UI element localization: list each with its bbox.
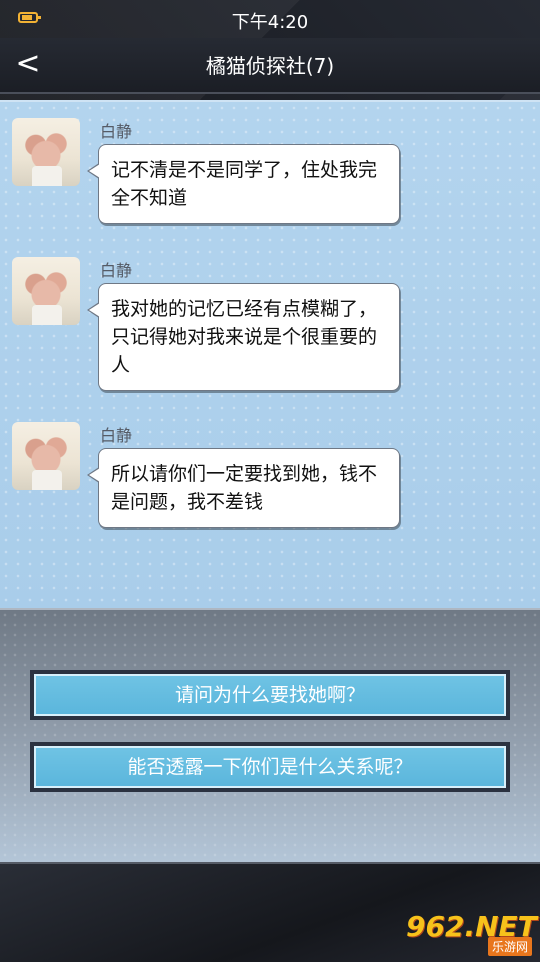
avatar[interactable] bbox=[12, 118, 80, 186]
bottom-bar: 962.NET 乐游网 bbox=[0, 862, 540, 962]
sender-name: 白静 bbox=[100, 261, 133, 280]
reply-option-label: 请问为什么要找她啊？ bbox=[34, 674, 506, 716]
sender-name: 白静 bbox=[100, 122, 133, 141]
reply-option-button[interactable]: 请问为什么要找她啊？ bbox=[30, 670, 510, 720]
watermark-logo: 962.NET 乐游网 bbox=[406, 908, 537, 956]
reply-option-label: 能否透露一下你们是什么关系呢？ bbox=[34, 746, 506, 788]
chat-area[interactable]: 白静 记不清是不是同学了，住处我完全不知道 白静 我对她的记忆已经有点模糊了，只… bbox=[0, 100, 540, 608]
chat-header: < 橘猫侦探社(7) bbox=[0, 38, 540, 94]
message-bubble: 所以请你们一定要找到她，钱不是问题，我不差钱 bbox=[87, 448, 400, 528]
message-bubble: 记不清是不是同学了，住处我完全不知道 bbox=[87, 144, 400, 224]
avatar[interactable] bbox=[12, 257, 80, 325]
chat-title: 橘猫侦探社(7) bbox=[205, 54, 335, 78]
status-time: 下午4:20 bbox=[231, 12, 309, 33]
reply-option-button[interactable]: 能否透露一下你们是什么关系呢？ bbox=[30, 742, 510, 792]
watermark-subtext: 乐游网 bbox=[487, 937, 532, 956]
reply-options-panel: 请问为什么要找她啊？ 能否透露一下你们是什么关系呢？ bbox=[0, 608, 540, 864]
sender-name: 白静 bbox=[100, 426, 133, 445]
status-bar: 下午4:20 bbox=[0, 0, 540, 38]
message-bubble: 我对她的记忆已经有点模糊了，只记得她对我来说是个很重要的人 bbox=[87, 283, 400, 391]
avatar[interactable] bbox=[12, 422, 80, 490]
